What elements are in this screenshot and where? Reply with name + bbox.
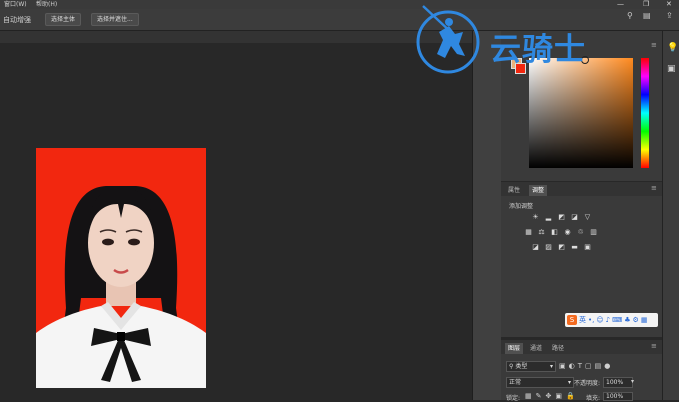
lock-paint-icon[interactable]: ✎ [536, 392, 546, 400]
search-icon[interactable]: ⚲ [627, 11, 633, 20]
curves-icon[interactable]: ◩ [557, 213, 566, 221]
watermark-text: 云骑士 [490, 32, 586, 68]
adjustment-row-1: ☀ ▂ ◩ ◪ ▽ [531, 213, 592, 221]
selective-color-icon[interactable]: ▣ [583, 243, 592, 251]
tab-adjustments[interactable]: 调整 [529, 185, 548, 196]
panel-menu-icon[interactable]: ≡ [651, 41, 657, 49]
channel-mixer-icon[interactable]: ♲ [576, 228, 585, 236]
black-white-icon[interactable]: ◧ [550, 228, 559, 236]
restore-icon[interactable]: ❐ [643, 0, 649, 9]
sogou-logo-icon: S [567, 315, 577, 325]
canvas-scrollbar[interactable] [472, 31, 501, 400]
photo-filter-icon[interactable]: ◉ [563, 228, 572, 236]
id-photo[interactable] [36, 148, 206, 388]
share-icon[interactable]: ⇪ [666, 11, 673, 20]
minimize-icon[interactable]: — [617, 0, 624, 9]
document-tab-strip[interactable] [0, 31, 472, 43]
opacity-value: 100% [606, 379, 624, 386]
gradient-map-icon[interactable]: ▬ [570, 243, 579, 251]
pixel-filter-icon[interactable]: ▣ [559, 362, 569, 370]
lock-icons: ▦✎✥▣🔒 [525, 392, 579, 400]
tab-properties[interactable]: 属性 [505, 185, 523, 196]
fill-value: 100% [606, 393, 624, 400]
right-tool-strip: 💡 ▣ [662, 31, 679, 400]
add-adjustment-label: 添加调整 [509, 203, 534, 210]
color-lookup-icon[interactable]: ▥ [589, 228, 598, 236]
select-and-mask-button[interactable]: 选择并遮住... [91, 13, 139, 26]
fill-label: 填充: [586, 395, 601, 402]
color-balance-icon[interactable]: ⚖ [537, 228, 546, 236]
lock-all-icon[interactable]: 🔒 [566, 392, 579, 400]
opacity-label: 不透明度: [574, 380, 601, 387]
hue-slider[interactable] [641, 58, 649, 168]
learn-icon[interactable]: 💡 [667, 43, 678, 53]
filter-kind-label: 类型 [515, 363, 528, 370]
color-picker-field[interactable] [529, 56, 633, 168]
chevron-down-icon: ▾ [567, 379, 571, 386]
shape-filter-icon[interactable]: ▢ [585, 362, 595, 370]
lock-pixels-icon[interactable]: ▦ [525, 392, 536, 400]
lock-position-icon[interactable]: ✥ [546, 392, 556, 400]
hue-saturation-icon[interactable]: ▦ [524, 228, 533, 236]
layers-panel: 图层 通道 路径 ≡ ⚲ 类型 ▾ ▣◐T▢▤● 正常 ▾ 不透明度: 100%… [501, 340, 662, 402]
blend-mode-value: 正常 [509, 379, 522, 386]
select-subject-button[interactable]: 选择主体 [45, 13, 82, 26]
workspace-icon[interactable]: ▤ [643, 11, 651, 20]
menu-help[interactable]: 帮助(H) [36, 0, 57, 9]
ime-mode-label[interactable]: 英 [579, 315, 586, 325]
panel-menu-icon[interactable]: ≡ [651, 184, 657, 192]
emoji-icon[interactable]: ☺ [596, 316, 603, 324]
adjustment-row-2: ▦ ⚖ ◧ ◉ ♲ ▥ [524, 228, 598, 236]
adjustment-filter-icon[interactable]: ◐ [569, 362, 578, 370]
threshold-icon[interactable]: ◩ [557, 243, 566, 251]
brightness-contrast-icon[interactable]: ☀ [531, 213, 540, 221]
layers-tab-bar: 图层 通道 路径 ≡ [501, 340, 662, 354]
portrait-image [36, 186, 206, 388]
skin-icon[interactable]: ♣ [624, 316, 630, 324]
blend-mode-select[interactable]: 正常 ▾ [506, 377, 574, 388]
keyboard-icon[interactable]: ⌨ [612, 316, 622, 324]
filter-search-icon: ⚲ [509, 363, 514, 370]
smart-object-filter-icon[interactable]: ▤ [595, 362, 605, 370]
layer-filter-select[interactable]: ⚲ 类型 ▾ [506, 361, 556, 372]
levels-icon[interactable]: ▂ [544, 213, 553, 221]
lock-label: 锁定: [506, 395, 521, 402]
type-filter-icon[interactable]: T [578, 362, 585, 370]
chevron-down-icon: ▾ [549, 363, 553, 370]
vibrance-icon[interactable]: ▽ [583, 213, 592, 221]
panel-menu-icon[interactable]: ≡ [651, 342, 657, 350]
adjustment-row-3: ◪ ▨ ◩ ▬ ▣ [531, 243, 592, 251]
posterize-icon[interactable]: ▨ [544, 243, 553, 251]
watermark-logo-icon [416, 5, 480, 74]
tab-channels[interactable]: 通道 [527, 343, 545, 354]
lock-artboard-icon[interactable]: ▣ [555, 392, 566, 400]
libraries-icon[interactable]: ▣ [667, 64, 676, 74]
auto-enhance-label[interactable]: 自动增强 [3, 15, 31, 25]
menu-window[interactable]: 窗口(W) [4, 0, 27, 9]
microphone-icon[interactable]: ♪ [606, 316, 610, 324]
adjustments-tab-bar: 属性 调整 ≡ [501, 182, 662, 196]
close-icon[interactable]: ✕ [666, 0, 672, 9]
ime-toolbar[interactable]: S 英 •, ☺ ♪ ⌨ ♣ ⚙ ▦ [565, 313, 658, 327]
layer-filter-icons: ▣◐T▢▤● [559, 362, 613, 370]
opacity-input[interactable]: 100% [603, 377, 633, 388]
menu-bar: 窗口(W) 帮助(H) — ❐ ✕ [0, 0, 679, 9]
tab-paths[interactable]: 路径 [549, 343, 567, 354]
grid-icon[interactable]: ▦ [641, 316, 648, 324]
invert-icon[interactable]: ◪ [531, 243, 540, 251]
filter-toggle-icon[interactable]: ● [604, 362, 613, 370]
tab-layers[interactable]: 图层 [505, 343, 524, 354]
punctuation-icon[interactable]: •, [588, 316, 594, 324]
exposure-icon[interactable]: ◪ [570, 213, 579, 221]
chevron-down-icon[interactable]: ▾ [631, 378, 634, 385]
toolbox-icon[interactable]: ⚙ [633, 316, 639, 324]
